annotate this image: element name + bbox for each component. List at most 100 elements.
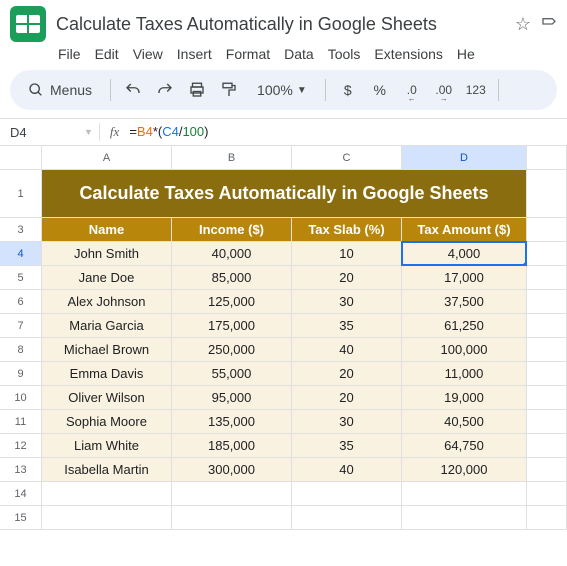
data-cell[interactable]: 20: [292, 386, 402, 410]
print-button[interactable]: [183, 76, 211, 104]
menu-file[interactable]: File: [58, 46, 81, 62]
cell-empty[interactable]: [527, 386, 567, 410]
data-cell[interactable]: Sophia Moore: [42, 410, 172, 434]
cell-empty[interactable]: [527, 218, 567, 242]
row-header-15[interactable]: 15: [0, 506, 42, 530]
menu-extensions[interactable]: Extensions: [374, 46, 442, 62]
cell-empty[interactable]: [527, 434, 567, 458]
header-cell[interactable]: Name: [42, 218, 172, 242]
data-cell[interactable]: 135,000: [172, 410, 292, 434]
row-header-8[interactable]: 8: [0, 338, 42, 362]
data-cell[interactable]: 19,000: [402, 386, 527, 410]
row-header-13[interactable]: 13: [0, 458, 42, 482]
empty-cell[interactable]: [172, 482, 292, 506]
empty-cell[interactable]: [42, 506, 172, 530]
data-cell[interactable]: Isabella Martin: [42, 458, 172, 482]
data-cell[interactable]: 20: [292, 266, 402, 290]
empty-cell[interactable]: [402, 506, 527, 530]
undo-button[interactable]: [119, 76, 147, 104]
data-cell[interactable]: John Smith: [42, 242, 172, 266]
data-cell[interactable]: Alex Johnson: [42, 290, 172, 314]
data-cell[interactable]: 125,000: [172, 290, 292, 314]
menu-format[interactable]: Format: [226, 46, 270, 62]
percent-button[interactable]: %: [366, 76, 394, 104]
data-cell[interactable]: 185,000: [172, 434, 292, 458]
row-header-14[interactable]: 14: [0, 482, 42, 506]
menu-insert[interactable]: Insert: [177, 46, 212, 62]
data-cell[interactable]: Emma Davis: [42, 362, 172, 386]
menu-data[interactable]: Data: [284, 46, 314, 62]
row-header-3[interactable]: 3: [0, 218, 42, 242]
row-header-9[interactable]: 9: [0, 362, 42, 386]
formula-input[interactable]: =B4*(C4/100): [129, 124, 208, 140]
spreadsheet-grid[interactable]: ABCD 1Calculate Taxes Automatically in G…: [0, 146, 567, 566]
column-header-A[interactable]: A: [42, 146, 172, 170]
data-cell[interactable]: 4,000: [402, 242, 527, 266]
data-cell[interactable]: 85,000: [172, 266, 292, 290]
data-cell[interactable]: Michael Brown: [42, 338, 172, 362]
row-header-6[interactable]: 6: [0, 290, 42, 314]
document-title[interactable]: Calculate Taxes Automatically in Google …: [56, 14, 437, 35]
cell-empty[interactable]: [527, 458, 567, 482]
data-cell[interactable]: Oliver Wilson: [42, 386, 172, 410]
empty-cell[interactable]: [292, 506, 402, 530]
data-cell[interactable]: 61,250: [402, 314, 527, 338]
header-cell[interactable]: Income ($): [172, 218, 292, 242]
data-cell[interactable]: Maria Garcia: [42, 314, 172, 338]
data-cell[interactable]: 35: [292, 434, 402, 458]
more-formats-button[interactable]: 123: [462, 76, 490, 104]
data-cell[interactable]: 95,000: [172, 386, 292, 410]
select-all-corner[interactable]: [0, 146, 42, 170]
header-cell[interactable]: Tax Amount ($): [402, 218, 527, 242]
data-cell[interactable]: 250,000: [172, 338, 292, 362]
data-cell[interactable]: 175,000: [172, 314, 292, 338]
data-cell[interactable]: 300,000: [172, 458, 292, 482]
row-header-7[interactable]: 7: [0, 314, 42, 338]
column-header-B[interactable]: B: [172, 146, 292, 170]
empty-cell[interactable]: [42, 482, 172, 506]
header-cell[interactable]: Tax Slab (%): [292, 218, 402, 242]
star-icon[interactable]: ☆: [515, 14, 531, 35]
data-cell[interactable]: 40: [292, 338, 402, 362]
data-cell[interactable]: 55,000: [172, 362, 292, 386]
data-cell[interactable]: 20: [292, 362, 402, 386]
data-cell[interactable]: 10: [292, 242, 402, 266]
cell-empty[interactable]: [527, 170, 567, 218]
increase-decimal-button[interactable]: .00→: [430, 76, 458, 104]
data-cell[interactable]: 17,000: [402, 266, 527, 290]
data-cell[interactable]: 37,500: [402, 290, 527, 314]
currency-button[interactable]: $: [334, 76, 362, 104]
menu-edit[interactable]: Edit: [95, 46, 119, 62]
data-cell[interactable]: Jane Doe: [42, 266, 172, 290]
cell-empty[interactable]: [527, 410, 567, 434]
cell-empty[interactable]: [527, 362, 567, 386]
row-header-5[interactable]: 5: [0, 266, 42, 290]
data-cell[interactable]: Liam White: [42, 434, 172, 458]
decrease-decimal-button[interactable]: .0←: [398, 76, 426, 104]
empty-cell[interactable]: [402, 482, 527, 506]
row-header-11[interactable]: 11: [0, 410, 42, 434]
menu-he[interactable]: He: [457, 46, 475, 62]
cell-empty[interactable]: [527, 242, 567, 266]
redo-button[interactable]: [151, 76, 179, 104]
column-header-C[interactable]: C: [292, 146, 402, 170]
empty-cell[interactable]: [292, 482, 402, 506]
row-header-4[interactable]: 4: [0, 242, 42, 266]
column-header-D[interactable]: D: [402, 146, 527, 170]
paint-format-button[interactable]: [215, 76, 243, 104]
name-box[interactable]: D4: [0, 125, 78, 140]
sheet-title-cell[interactable]: Calculate Taxes Automatically in Google …: [42, 170, 527, 218]
row-header-10[interactable]: 10: [0, 386, 42, 410]
data-cell[interactable]: 35: [292, 314, 402, 338]
data-cell[interactable]: 30: [292, 290, 402, 314]
data-cell[interactable]: 40,500: [402, 410, 527, 434]
menu-tools[interactable]: Tools: [328, 46, 361, 62]
data-cell[interactable]: 40,000: [172, 242, 292, 266]
data-cell[interactable]: 40: [292, 458, 402, 482]
cell-empty[interactable]: [527, 338, 567, 362]
data-cell[interactable]: 30: [292, 410, 402, 434]
name-box-dropdown-icon[interactable]: ▼: [78, 127, 99, 137]
cell-empty[interactable]: [527, 482, 567, 506]
data-cell[interactable]: 11,000: [402, 362, 527, 386]
data-cell[interactable]: 100,000: [402, 338, 527, 362]
